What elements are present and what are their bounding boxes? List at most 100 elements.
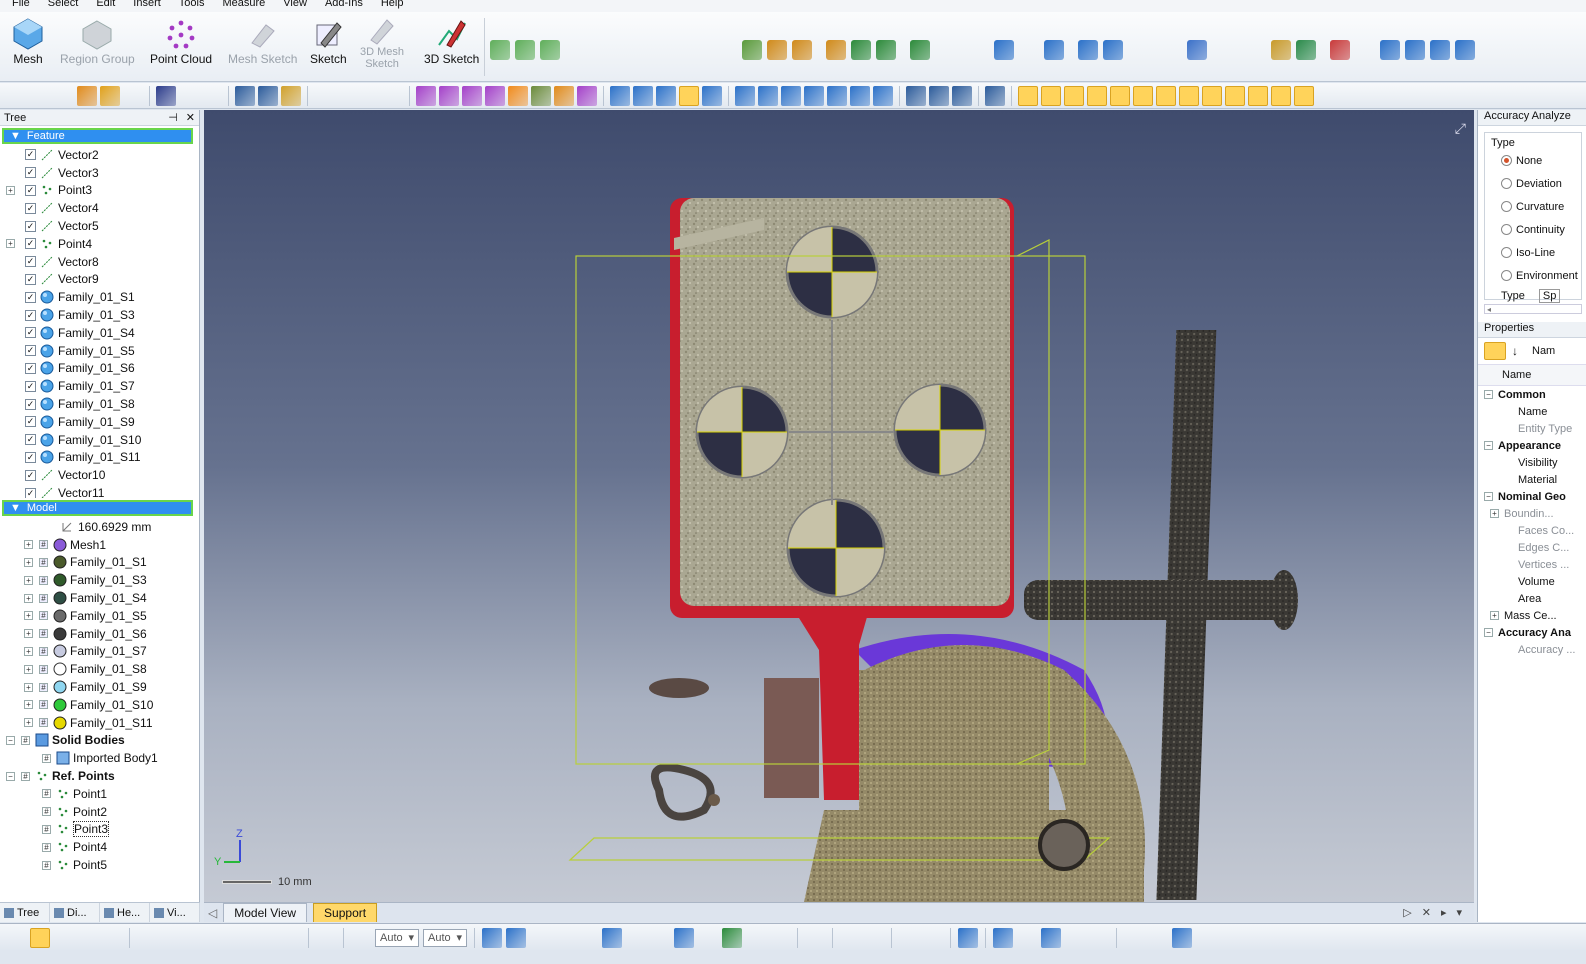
menu-item[interactable]: Insert — [133, 0, 161, 12]
ribbon-tool-icon[interactable] — [1330, 40, 1350, 60]
toolbar-icon[interactable] — [923, 928, 943, 948]
feature-item[interactable]: +✓Vector3 — [0, 164, 199, 182]
toolbar-icon[interactable] — [1133, 85, 1153, 106]
ribbon-tool-icon[interactable] — [1430, 40, 1450, 60]
radio-environment[interactable]: Environment — [1485, 264, 1581, 287]
toolbar-icon[interactable] — [233, 928, 253, 948]
property-row[interactable]: Edges C... — [1478, 539, 1586, 556]
model-item[interactable]: + # Family_01_S11 — [0, 714, 199, 732]
toolbar-icon[interactable] — [656, 85, 676, 106]
visibility-checkbox[interactable]: ✓ — [25, 291, 36, 303]
toolbar-icon[interactable] — [314, 86, 334, 106]
collapse-icon[interactable]: − — [6, 735, 15, 745]
menu-item[interactable]: Tools — [179, 0, 205, 12]
ribbon-tool-icon[interactable] — [935, 40, 955, 60]
feature-item[interactable]: +✓Family_01_S3 — [0, 306, 199, 324]
toolbar-icon[interactable] — [1087, 85, 1107, 106]
toolbar-icon[interactable] — [1041, 85, 1061, 106]
ribbon-tool-icon[interactable] — [1246, 40, 1266, 60]
toolbar-icon[interactable] — [679, 85, 699, 106]
visibility-checkbox[interactable]: ✓ — [25, 362, 36, 374]
name-button[interactable]: Nam — [1532, 345, 1555, 357]
visibility-checkbox[interactable]: ✓ — [25, 309, 36, 321]
toolbar-icon[interactable] — [746, 928, 766, 948]
toolbar-icon[interactable] — [1041, 927, 1061, 948]
ribbon-tool-icon[interactable] — [574, 40, 594, 60]
ribbon-tool-icon[interactable] — [1103, 40, 1123, 60]
ribbon-tool-icon[interactable] — [1078, 40, 1098, 60]
visibility-checkbox[interactable]: ✓ — [25, 487, 36, 498]
toolbar-icon[interactable] — [351, 928, 371, 948]
toolbar-icon[interactable] — [929, 85, 949, 106]
property-row[interactable]: Vertices ... — [1478, 556, 1586, 573]
expand-icon[interactable]: + — [24, 629, 33, 639]
toolbar-icon[interactable] — [54, 86, 74, 106]
feature-item[interactable]: +✓Family_01_S8 — [0, 395, 199, 413]
model-item[interactable]: + # Mesh1 — [0, 536, 199, 554]
toolbar-icon[interactable] — [439, 85, 459, 106]
toolbar-icon[interactable] — [735, 85, 755, 106]
tab-support[interactable]: Support — [313, 903, 378, 922]
property-group[interactable]: − Common — [1478, 386, 1586, 403]
visibility-checkbox[interactable]: ✓ — [25, 434, 36, 446]
property-group[interactable]: − Accuracy Ana — [1478, 624, 1586, 641]
expand-icon[interactable]: + — [24, 611, 33, 621]
ribbon-tool-icon[interactable] — [960, 40, 980, 60]
ribbon-tool-icon[interactable] — [826, 40, 846, 60]
visibility-checkbox[interactable]: ✓ — [25, 398, 36, 410]
ribbon-tool-icon[interactable] — [1019, 40, 1039, 60]
mesh-sketch-button[interactable]: Mesh Sketch — [228, 16, 297, 66]
region-group-button[interactable]: Region Group — [60, 16, 135, 66]
toolbar-icon[interactable] — [100, 85, 120, 106]
feature-item[interactable]: +✓Family_01_S9 — [0, 413, 199, 431]
close-tab-icon[interactable]: ✕ — [1422, 906, 1431, 919]
toolbar-icon[interactable] — [758, 85, 778, 106]
scroll-left-icon[interactable]: ◁ — [208, 906, 217, 920]
toolbar-icon[interactable] — [1089, 928, 1109, 948]
radio-button[interactable] — [1501, 247, 1512, 258]
ribbon-tool-icon[interactable] — [1128, 40, 1148, 60]
ref-points-group[interactable]: − # Ref. Points — [0, 767, 199, 785]
ribbon-tool-icon[interactable] — [1355, 40, 1375, 60]
toolbar-icon[interactable] — [840, 928, 860, 948]
tab-model-view[interactable]: Model View — [223, 903, 308, 922]
ref-point-item[interactable]: # Point3 — [0, 821, 199, 839]
panel-tab[interactable]: He... — [100, 903, 150, 922]
visibility-checkbox[interactable]: ✓ — [25, 149, 36, 161]
property-row[interactable]: + Mass Ce... — [1478, 607, 1586, 624]
toolbar-icon[interactable] — [337, 86, 357, 106]
collapse-icon[interactable]: − — [1484, 492, 1493, 501]
toolbar-icon[interactable] — [360, 86, 380, 106]
toolbar-icon[interactable] — [156, 85, 176, 106]
radio-continuity[interactable]: Continuity — [1485, 218, 1581, 241]
visibility-checkbox[interactable]: ✓ — [25, 380, 36, 392]
visibility-checkbox[interactable]: ✓ — [25, 451, 36, 463]
ribbon-tool-icon[interactable] — [1187, 40, 1207, 60]
toolbar-icon[interactable] — [258, 85, 278, 106]
radio-button[interactable] — [1501, 270, 1512, 281]
expand-icon[interactable]: + — [24, 664, 33, 674]
ref-point-item[interactable]: # Point1 — [0, 785, 199, 803]
ribbon-tool-icon[interactable] — [540, 40, 560, 60]
expand-icon[interactable]: + — [24, 540, 33, 550]
radio-none[interactable]: None — [1485, 149, 1581, 172]
point-cloud-button[interactable]: Point Cloud — [150, 16, 212, 66]
toolbar-icon[interactable] — [578, 928, 598, 948]
toolbar-icon[interactable] — [1018, 85, 1038, 106]
expand-icon[interactable]: + — [24, 575, 33, 585]
model-item[interactable]: + # Family_01_S6 — [0, 625, 199, 643]
toolbar-icon[interactable] — [416, 85, 436, 106]
visibility-checkbox[interactable]: ✓ — [25, 345, 36, 357]
radio-button[interactable] — [1501, 224, 1512, 235]
scroll-right-icon[interactable]: ▷ — [1403, 906, 1411, 919]
visibility-checkbox[interactable]: ✓ — [25, 256, 36, 268]
auto-combo[interactable]: Auto ▾ — [423, 928, 467, 947]
maximize-icon[interactable]: ⤢ — [1455, 120, 1466, 137]
ribbon-tool-icon[interactable] — [1044, 40, 1064, 60]
radio-iso-line[interactable]: Iso-Line — [1485, 241, 1581, 264]
visibility-checkbox[interactable]: ✓ — [25, 327, 36, 339]
3d-sketch-button[interactable]: 3D Sketch — [424, 16, 479, 66]
property-row[interactable]: Volume — [1478, 573, 1586, 590]
mesh-button[interactable]: Mesh — [10, 16, 46, 66]
expand-icon[interactable]: + — [1490, 509, 1499, 518]
